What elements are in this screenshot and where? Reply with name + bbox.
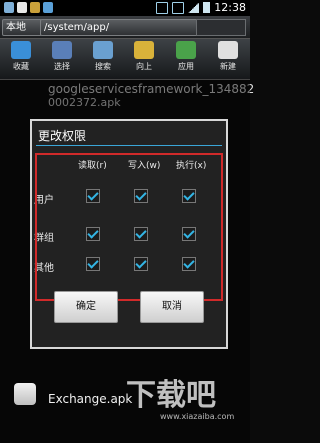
toolbar-select[interactable]: 选择	[42, 41, 82, 72]
row-group: 群组	[34, 233, 54, 244]
vibrate-icon	[172, 1, 185, 14]
other-read-checkbox[interactable]	[86, 257, 100, 271]
status-bar: 12:38	[0, 0, 250, 16]
user-execute-checkbox[interactable]	[182, 189, 196, 203]
watermark: 下载吧 www.xiazaiba.com	[120, 370, 240, 430]
column-write: 写入(w)	[128, 161, 161, 171]
toolbar-label: 搜索	[95, 62, 111, 71]
other-execute-checkbox[interactable]	[182, 257, 196, 271]
group-read-checkbox[interactable]	[86, 227, 100, 241]
apps-icon	[176, 41, 196, 59]
email-notification-icon	[17, 2, 27, 13]
group-execute-checkbox[interactable]	[182, 227, 196, 241]
group-write-checkbox[interactable]	[134, 227, 148, 241]
clock: 12:38	[214, 1, 246, 14]
path-bar: 本地 /system/app/	[0, 16, 250, 39]
watermark-logo: 下载吧	[126, 378, 216, 413]
select-icon	[52, 41, 72, 59]
toolbar-new[interactable]: 新建	[208, 41, 248, 72]
ok-button[interactable]: 确定	[54, 291, 118, 323]
column-read: 读取(r)	[78, 161, 107, 171]
toolbar-label: 选择	[54, 62, 70, 71]
column-execute: 执行(x)	[176, 161, 207, 171]
toolbar-favorites[interactable]: 收藏	[1, 41, 41, 72]
star-icon	[11, 41, 31, 59]
path-menu-button[interactable]	[196, 19, 246, 36]
folder-up-icon	[134, 41, 154, 59]
mail-notification-icon	[43, 2, 53, 13]
alarm-icon	[156, 1, 169, 14]
email-app-icon	[14, 383, 36, 405]
toolbar-label: 向上	[136, 62, 152, 71]
toolbar-search[interactable]: 搜索	[83, 41, 123, 72]
toolbar-label: 收藏	[13, 62, 29, 71]
dialog-title: 更改权限	[38, 129, 87, 143]
toolbar: 收藏 选择 搜索 向上 应用 新建	[0, 39, 250, 80]
search-icon	[93, 41, 113, 59]
toolbar-apps[interactable]: 应用	[166, 41, 206, 72]
breadcrumb-path[interactable]: /system/app/	[40, 19, 198, 36]
change-permissions-dialog: 更改权限 读取(r) 写入(w) 执行(x) 用户 群组 其他 确定 取消	[30, 119, 228, 349]
toolbar-label: 新建	[220, 62, 236, 71]
cancel-button[interactable]: 取消	[140, 291, 204, 323]
new-icon	[218, 41, 238, 59]
dialog-divider	[36, 145, 222, 146]
signal-icon	[188, 2, 200, 13]
permissions-table: 读取(r) 写入(w) 执行(x) 用户 群组 其他	[32, 153, 228, 301]
row-other: 其他	[34, 263, 54, 274]
user-write-checkbox[interactable]	[134, 189, 148, 203]
status-indicators: 12:38	[156, 1, 246, 14]
toolbar-label: 应用	[178, 62, 194, 71]
usb-notification-icon	[30, 2, 40, 13]
other-write-checkbox[interactable]	[134, 257, 148, 271]
breadcrumb-home[interactable]: 本地	[2, 19, 42, 36]
notification-icons	[4, 2, 53, 13]
user-read-checkbox[interactable]	[86, 189, 100, 203]
watermark-url: www.xiazaiba.com	[160, 412, 235, 421]
row-user: 用户	[34, 195, 54, 206]
battery-icon	[203, 2, 211, 13]
toolbar-up[interactable]: 向上	[124, 41, 164, 72]
settings-notification-icon	[4, 2, 14, 13]
